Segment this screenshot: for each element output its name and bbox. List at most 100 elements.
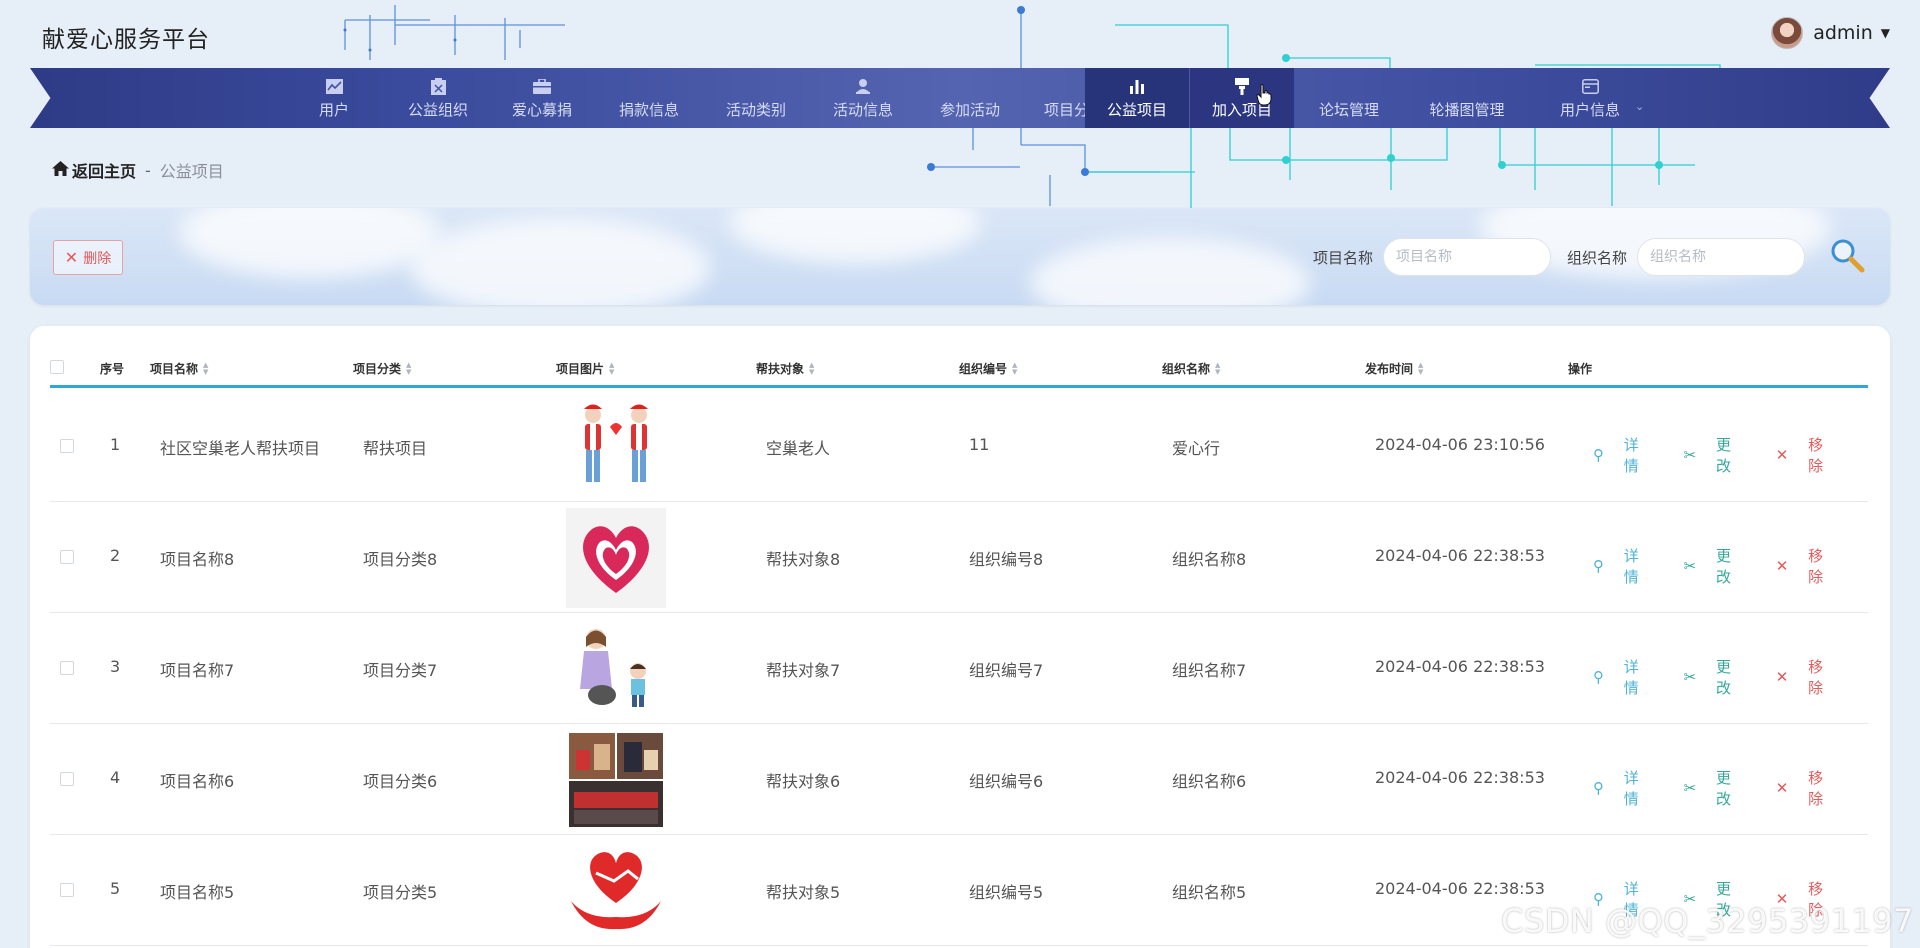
sort-icon: ▲ ▼ (809, 360, 815, 376)
cell-index: 3 (110, 657, 121, 676)
header-target[interactable]: 帮扶对象 ▲ ▼ (756, 360, 814, 377)
row-checkbox[interactable] (60, 439, 74, 453)
breadcrumb: 返回主页 - 公益项目 (52, 158, 224, 182)
search-button[interactable] (1828, 236, 1868, 276)
nav-item-label: 用户 (318, 101, 349, 119)
edit-label: 更改 (1715, 547, 1731, 586)
header-label: 组织编号 (959, 362, 1008, 376)
cell-target: 空巢老人 (766, 439, 831, 458)
delete-button[interactable]: ✕ 删除 (53, 240, 123, 275)
sort-icon: ▲ ▼ (609, 360, 615, 376)
header-time[interactable]: 发布时间 ▲ ▼ (1365, 360, 1423, 377)
nav-item-charity-projects[interactable]: 公益项目 (1085, 68, 1189, 128)
cell-time: 2024-04-06 22:38:53 (1375, 657, 1545, 676)
edit-button[interactable]: ✂ 更改 (1684, 656, 1761, 698)
table-row: 4 项目名称6 项目分类6 帮扶对象6 组织编号6 组织名称6 2024-04-… (50, 724, 1868, 835)
nav-item-forum[interactable]: 论坛管理 (1294, 68, 1404, 128)
row-actions: ⚲ 详情 ✂ 更改 ✕ 移除 (1593, 434, 1868, 476)
header-category[interactable]: 项目分类 ▲ ▼ (353, 360, 411, 377)
org-name-filter: 组织名称 (1567, 238, 1806, 276)
project-name-input[interactable] (1383, 238, 1552, 276)
cell-name: 项目名称8 (160, 550, 235, 569)
edit-button[interactable]: ✂ 更改 (1684, 545, 1761, 587)
briefcase-icon (533, 77, 551, 95)
edit-icon: ✂ (1683, 557, 1697, 575)
cloud-decoration (180, 208, 440, 278)
header-name[interactable]: 项目名称 ▲ ▼ (150, 360, 208, 377)
header-org-no[interactable]: 组织编号 ▲ ▼ (959, 360, 1017, 377)
cloud-decoration (1030, 238, 1310, 305)
row-checkbox[interactable] (60, 661, 74, 675)
cell-target: 帮扶对象5 (766, 883, 841, 902)
row-checkbox[interactable] (60, 772, 74, 786)
cell-category: 帮扶项目 (363, 439, 428, 458)
grid-icon (1065, 77, 1083, 95)
cell-target: 帮扶对象6 (766, 772, 841, 791)
detail-label: 详情 (1623, 547, 1639, 586)
nav-item-activity-types[interactable]: 活动类别 (704, 68, 808, 128)
nav-item-donations[interactable]: 捐款信息 (594, 68, 704, 128)
detail-button[interactable]: ⚲ 详情 (1593, 545, 1669, 587)
cell-org-no: 组织编号6 (969, 772, 1044, 791)
nav-item-label: 用户信息 (1559, 101, 1620, 119)
org-name-input[interactable] (1637, 238, 1806, 276)
cell-target: 帮扶对象7 (766, 661, 841, 680)
row-checkbox[interactable] (60, 550, 74, 564)
edit-button[interactable]: ✂ 更改 (1684, 767, 1761, 809)
close-icon: ✕ (1775, 557, 1789, 575)
nav-item-fundraising[interactable]: 爱心募捐 (490, 68, 594, 128)
user-name: admin (1813, 22, 1873, 44)
cell-org-no: 组织编号7 (969, 661, 1044, 680)
nav-item-activity-info[interactable]: 活动信息 (808, 68, 918, 128)
heart-hands-icon (566, 508, 666, 608)
select-all-checkbox[interactable] (50, 360, 64, 374)
grid-icon (640, 77, 658, 95)
nav-item-user-info[interactable]: 用户信息 (1530, 68, 1650, 128)
remove-button[interactable]: ✕ 移除 (1776, 545, 1853, 587)
edit-label: 更改 (1715, 769, 1731, 808)
close-icon: ✕ (1775, 446, 1789, 464)
nav-item-join-activity[interactable]: 参加活动 (918, 68, 1022, 128)
detail-button[interactable]: ⚲ 详情 (1593, 434, 1669, 476)
header-label: 帮扶对象 (756, 362, 805, 376)
grid-icon (1458, 77, 1476, 95)
remove-label: 移除 (1808, 658, 1824, 697)
cell-org-name: 组织名称7 (1172, 661, 1247, 680)
back-home-link[interactable]: 返回主页 (72, 158, 136, 182)
cell-category: 项目分类8 (363, 550, 438, 569)
nav-item-label: 爱心募捐 (511, 101, 572, 119)
photo-collage-icon (569, 733, 663, 827)
remove-button[interactable]: ✕ 移除 (1776, 656, 1853, 698)
cell-category: 项目分类6 (363, 772, 438, 791)
breadcrumb-separator: - (145, 160, 151, 180)
cell-org-no: 组织编号5 (969, 883, 1044, 902)
handshake-heart-icon (566, 841, 666, 941)
chevron-down-icon[interactable]: ⌄ (1635, 100, 1644, 113)
header-org-name[interactable]: 组织名称 ▲ ▼ (1162, 360, 1220, 377)
remove-button[interactable]: ✕ 移除 (1776, 767, 1853, 809)
close-icon: ✕ (1775, 668, 1789, 686)
user-menu[interactable]: admin ▼ (1771, 16, 1890, 50)
close-icon: ✕ (64, 248, 79, 267)
edit-button[interactable]: ✂ 更改 (1684, 434, 1761, 476)
remove-label: 移除 (1808, 436, 1824, 475)
nav-item-join-project[interactable]: 加入项目 (1190, 68, 1294, 128)
row-checkbox[interactable] (60, 883, 74, 897)
cell-target: 帮扶对象8 (766, 550, 841, 569)
edit-label: 更改 (1715, 658, 1731, 697)
remove-button[interactable]: ✕ 移除 (1776, 434, 1853, 476)
remove-label: 移除 (1808, 547, 1824, 586)
detail-label: 详情 (1623, 658, 1639, 697)
detail-button[interactable]: ⚲ 详情 (1593, 656, 1669, 698)
header-image[interactable]: 项目图片 ▲ ▼ (556, 360, 614, 377)
detail-icon: ⚲ (1593, 446, 1604, 464)
nav-item-users[interactable]: 用户 (282, 68, 386, 128)
edit-icon: ✂ (1683, 446, 1697, 464)
detail-button[interactable]: ⚲ 详情 (1593, 767, 1669, 809)
search-icon (1831, 239, 1865, 273)
nav-item-charity-org[interactable]: 公益组织 (386, 68, 490, 128)
home-icon[interactable] (52, 160, 69, 180)
sort-icon: ▲ ▼ (203, 360, 209, 376)
edit-icon: ✂ (1683, 779, 1697, 797)
nav-item-carousel[interactable]: 轮播图管理 (1404, 68, 1530, 128)
